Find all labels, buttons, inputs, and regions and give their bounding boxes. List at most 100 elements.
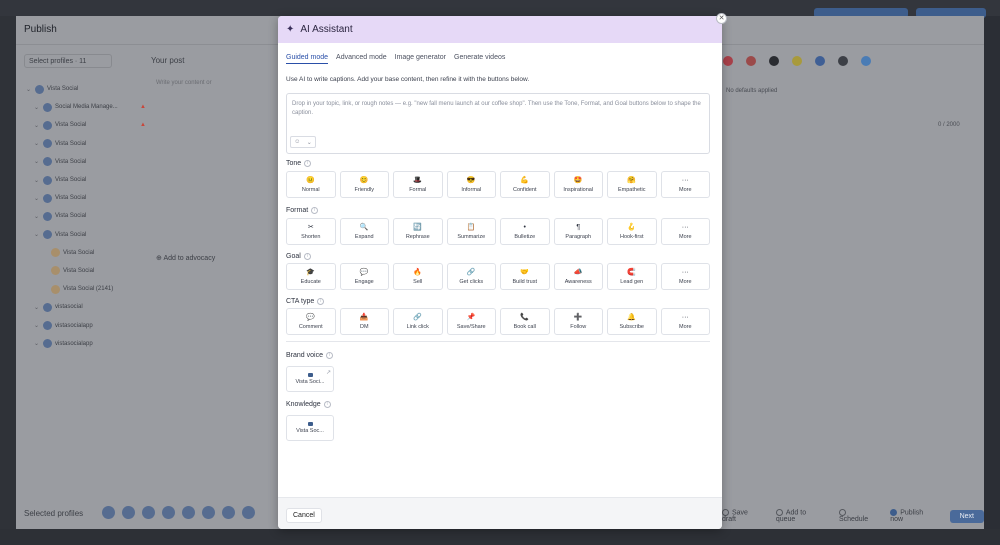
avatar [43,339,52,349]
profile-row[interactable]: ⌄ Vista Social [26,153,146,171]
tab-generate-videos[interactable]: Generate videos [454,54,505,64]
chevron-down-icon[interactable]: ⌄ [34,177,40,184]
avatar[interactable] [202,506,215,519]
emoji-picker-button[interactable]: ☺ ⌄ [290,136,316,148]
avatar[interactable] [102,506,115,519]
tone-option-more[interactable]: ··· More [660,171,710,198]
profile-row[interactable]: ⌄ Vista Social [26,189,146,207]
brand-voice-card[interactable]: ↗ Vista Soci... [286,366,334,392]
goal-option-more[interactable]: ··· More [660,263,710,290]
profile-row[interactable]: Vista Social [26,244,146,262]
goal-option-lead-gen[interactable]: 🧲 Lead gen [607,263,657,290]
cta-option-link-click[interactable]: 🔗 Link click [393,308,443,335]
avatar[interactable] [242,506,255,519]
tab-advanced-mode[interactable]: Advanced mode [336,54,387,64]
cta-option-book-call[interactable]: 📞 Book call [500,308,550,335]
cancel-button[interactable]: Cancel [286,508,322,523]
next-button[interactable]: Next [949,509,984,523]
knowledge-card[interactable]: Vista Soc... [286,415,334,441]
cta-option-follow[interactable]: ➕ Follow [553,308,603,335]
profile-row[interactable]: ⌄ vistasocial [26,298,146,316]
profile-row[interactable]: ⌄ vistasocialapp [26,335,146,353]
snapchat-icon[interactable] [792,56,802,66]
info-icon[interactable]: i [311,207,319,214]
avatar[interactable] [222,506,235,519]
goal-option-educate[interactable]: 🎓 Educate [286,263,336,290]
youtube-icon[interactable] [723,56,733,66]
save-draft-option[interactable]: Save draft [722,509,762,523]
threads-icon[interactable] [838,56,848,66]
profile-row[interactable]: Vista Social [26,262,146,280]
chevron-down-icon[interactable]: ⌄ [26,86,32,93]
info-icon[interactable]: i [304,160,312,167]
google-business-icon[interactable] [815,56,825,66]
tab-guided-mode[interactable]: Guided mode [286,54,329,64]
profile-row[interactable]: ⌄ Vista Social [26,226,146,244]
close-icon[interactable]: ✕ [716,13,727,24]
format-option-expand[interactable]: 🔍 Expand [339,218,389,245]
tone-option-friendly[interactable]: 😊 Friendly [339,171,389,198]
cta-option-dm[interactable]: 📥 DM [339,308,389,335]
profile-row[interactable]: Vista Social (2141) [26,280,146,298]
add-to-advocacy-button[interactable]: ⊕ Add to advocacy [156,254,215,262]
tone-option-inspirational[interactable]: 🤩 Inspirational [553,171,603,198]
chevron-down-icon[interactable]: ⌄ [34,304,40,311]
prompt-textarea[interactable]: Drop in your topic, link, or rough notes… [286,93,710,154]
chevron-down-icon[interactable]: ⌄ [34,140,40,147]
tone-option-normal[interactable]: 😐 Normal [286,171,336,198]
format-option-bulletize[interactable]: • Bulletize [500,218,550,245]
format-option-rephrase[interactable]: 🔄 Rephrase [393,218,443,245]
avatar[interactable] [162,506,175,519]
select-profiles-dropdown[interactable]: Select profiles · 11 [24,54,112,68]
info-icon[interactable]: i [317,298,325,305]
format-option-more[interactable]: ··· More [660,218,710,245]
add-to-queue-option[interactable]: Add to queue [775,509,825,523]
goal-option-engage[interactable]: 💬 Engage [339,263,389,290]
pinterest-icon[interactable] [746,56,756,66]
goal-option-get-clicks[interactable]: 🔗 Get clicks [446,263,496,290]
goal-option-awareness[interactable]: 📣 Awareness [553,263,603,290]
format-option-shorten[interactable]: ✂ Shorten [286,218,336,245]
goal-option-sell[interactable]: 🔥 Sell [393,263,443,290]
format-option-hook-first[interactable]: 🪝 Hook-first [607,218,657,245]
profile-row[interactable]: ⌄ Vista Social [26,135,146,153]
profile-row[interactable]: ⌄ Social Media Manage... ▲ [26,98,146,116]
chevron-down-icon[interactable]: ⌄ [34,322,40,329]
chevron-down-icon[interactable]: ⌄ [34,213,40,220]
tiktok-icon[interactable] [769,56,779,66]
chevron-down-icon[interactable]: ⌄ [34,104,40,111]
profile-row[interactable]: ⌄ Vista Social [26,207,146,225]
external-link-icon[interactable]: ↗ [326,369,331,376]
profile-row[interactable]: ⌄ Vista Social [26,80,146,98]
profile-row[interactable]: ⌄ Vista Social ▲ [26,116,146,134]
tone-option-informal[interactable]: 😎 Informal [446,171,496,198]
chevron-down-icon[interactable]: ⌄ [34,231,40,238]
cta-option-subscribe[interactable]: 🔔 Subscribe [607,308,657,335]
format-option-summarize[interactable]: 📋 Summarize [446,218,496,245]
goal-option-build-trust[interactable]: 🤝 Build trust [500,263,550,290]
info-icon[interactable]: i [325,352,333,359]
chevron-down-icon[interactable]: ⌄ [34,195,40,202]
cta-option-save-share[interactable]: 📌 Save/Share [446,308,496,335]
avatar[interactable] [182,506,195,519]
schedule-option[interactable]: Schedule [838,509,876,523]
avatar[interactable] [122,506,135,519]
chevron-down-icon[interactable]: ⌄ [34,122,40,129]
info-icon[interactable]: i [323,401,331,408]
publish-now-option[interactable]: Publish now [890,509,935,523]
format-option-paragraph[interactable]: ¶ Paragraph [553,218,603,245]
cta-option-comment[interactable]: 💬 Comment [286,308,336,335]
profile-row[interactable]: ⌄ Vista Social [26,171,146,189]
profile-row[interactable]: ⌄ vistasocialapp [26,316,146,334]
info-icon[interactable]: i [303,253,311,260]
cta-option-more[interactable]: ··· More [660,308,710,335]
chevron-down-icon[interactable]: ⌄ [34,158,40,165]
tone-option-confident[interactable]: 💪 Confident [500,171,550,198]
bluesky-icon[interactable] [861,56,871,66]
option-label: More [678,323,692,330]
chevron-down-icon[interactable]: ⌄ [34,340,40,347]
tone-option-empathetic[interactable]: 🤗 Empathetic [607,171,657,198]
tab-image-generator[interactable]: Image generator [395,54,446,64]
avatar[interactable] [142,506,155,519]
tone-option-formal[interactable]: 🎩 Formal [393,171,443,198]
